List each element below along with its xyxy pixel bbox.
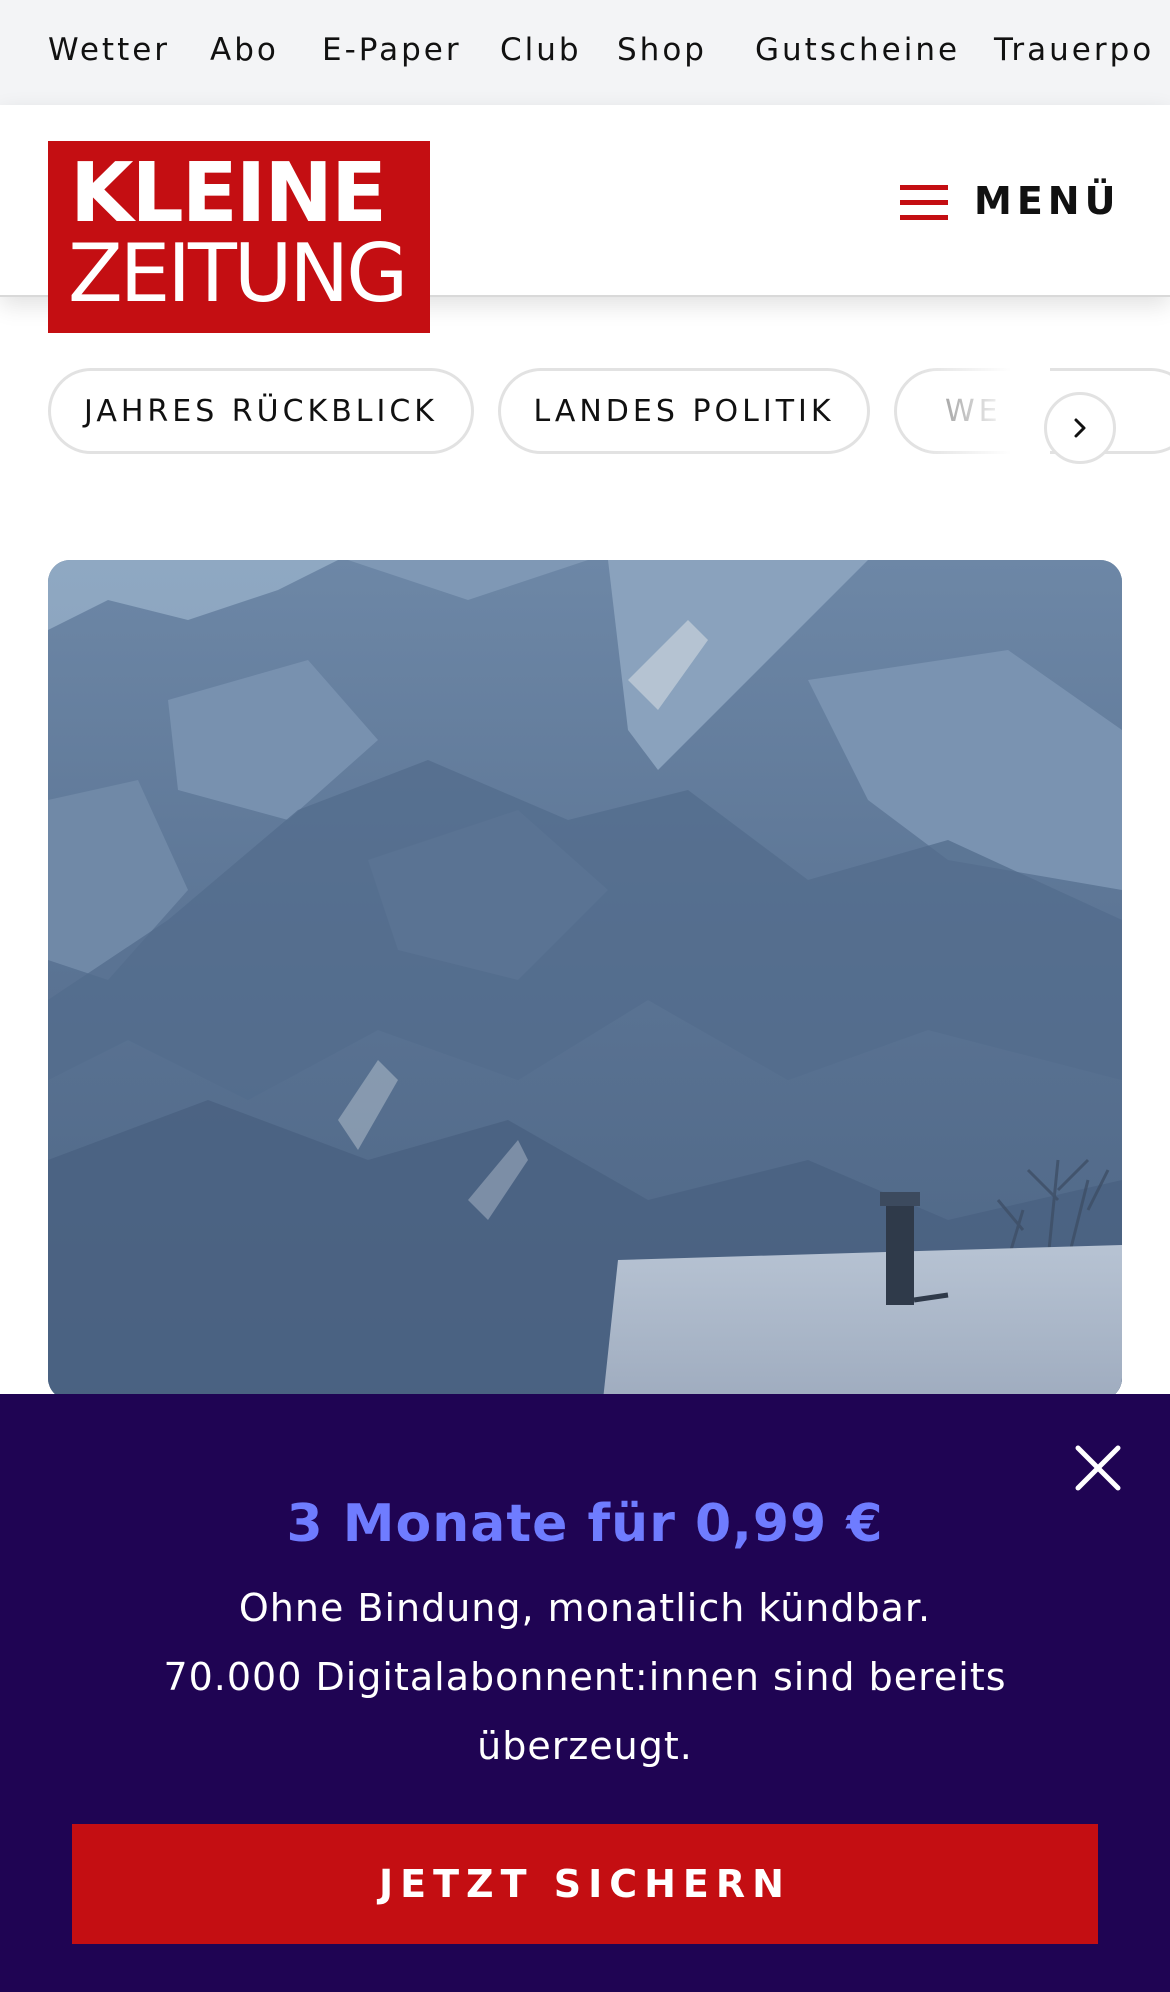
logo-line-1: KLEINE [70,146,387,241]
logo-line-2: ZEITUNG [68,227,408,320]
chip-landespolitik[interactable]: LANDES POLITIK [498,368,870,454]
chips-scroll-right-button[interactable] [1044,392,1116,464]
nav-link-epaper[interactable]: E-Paper [322,32,462,68]
nav-link-shop[interactable]: Shop [617,32,707,68]
hamburger-icon [900,185,948,221]
close-button[interactable] [1074,1444,1122,1492]
site-header: KLEINE ZEITUNG MENÜ [0,105,1170,333]
chips-fade-overlay [920,368,1050,460]
subscription-promo-banner: 3 Monate für 0,99 € Ohne Bindung, monatl… [0,1394,1170,1992]
hero-image[interactable] [48,560,1122,1400]
nav-link-gutscheine[interactable]: Gutscheine [755,32,960,68]
subscribe-cta-button[interactable]: JETZT SICHERN [72,1824,1098,1944]
close-icon [1075,1445,1121,1491]
nav-link-club[interactable]: Club [500,32,582,68]
promo-headline: 3 Monate für 0,99 € [286,1494,884,1554]
chevron-right-icon [1074,418,1086,438]
promo-line-2: 70.000 Digitalabonnent:innen sind bereit… [163,1655,1007,1768]
promo-line-1: Ohne Bindung, monatlich kündbar. [238,1586,932,1630]
menu-button[interactable]: MENÜ [900,173,1115,229]
nav-link-trauerportal[interactable]: Trauerpo [994,32,1154,68]
service-navigation: Wetter Abo E-Paper Club Shop Gutscheine … [0,0,1170,105]
chip-jahresrueckblick[interactable]: JAHRES RÜCKBLICK [48,368,474,454]
mountain-illustration [48,560,1122,1400]
nav-link-wetter[interactable]: Wetter [48,32,170,68]
site-logo[interactable]: KLEINE ZEITUNG [48,141,430,333]
nav-link-abo[interactable]: Abo [210,32,279,68]
topic-chips: JAHRES RÜCKBLICK LANDES POLITIK WE [0,368,1170,460]
promo-description: Ohne Bindung, monatlich kündbar. 70.000 … [120,1574,1050,1781]
menu-label: MENÜ [974,179,1121,223]
